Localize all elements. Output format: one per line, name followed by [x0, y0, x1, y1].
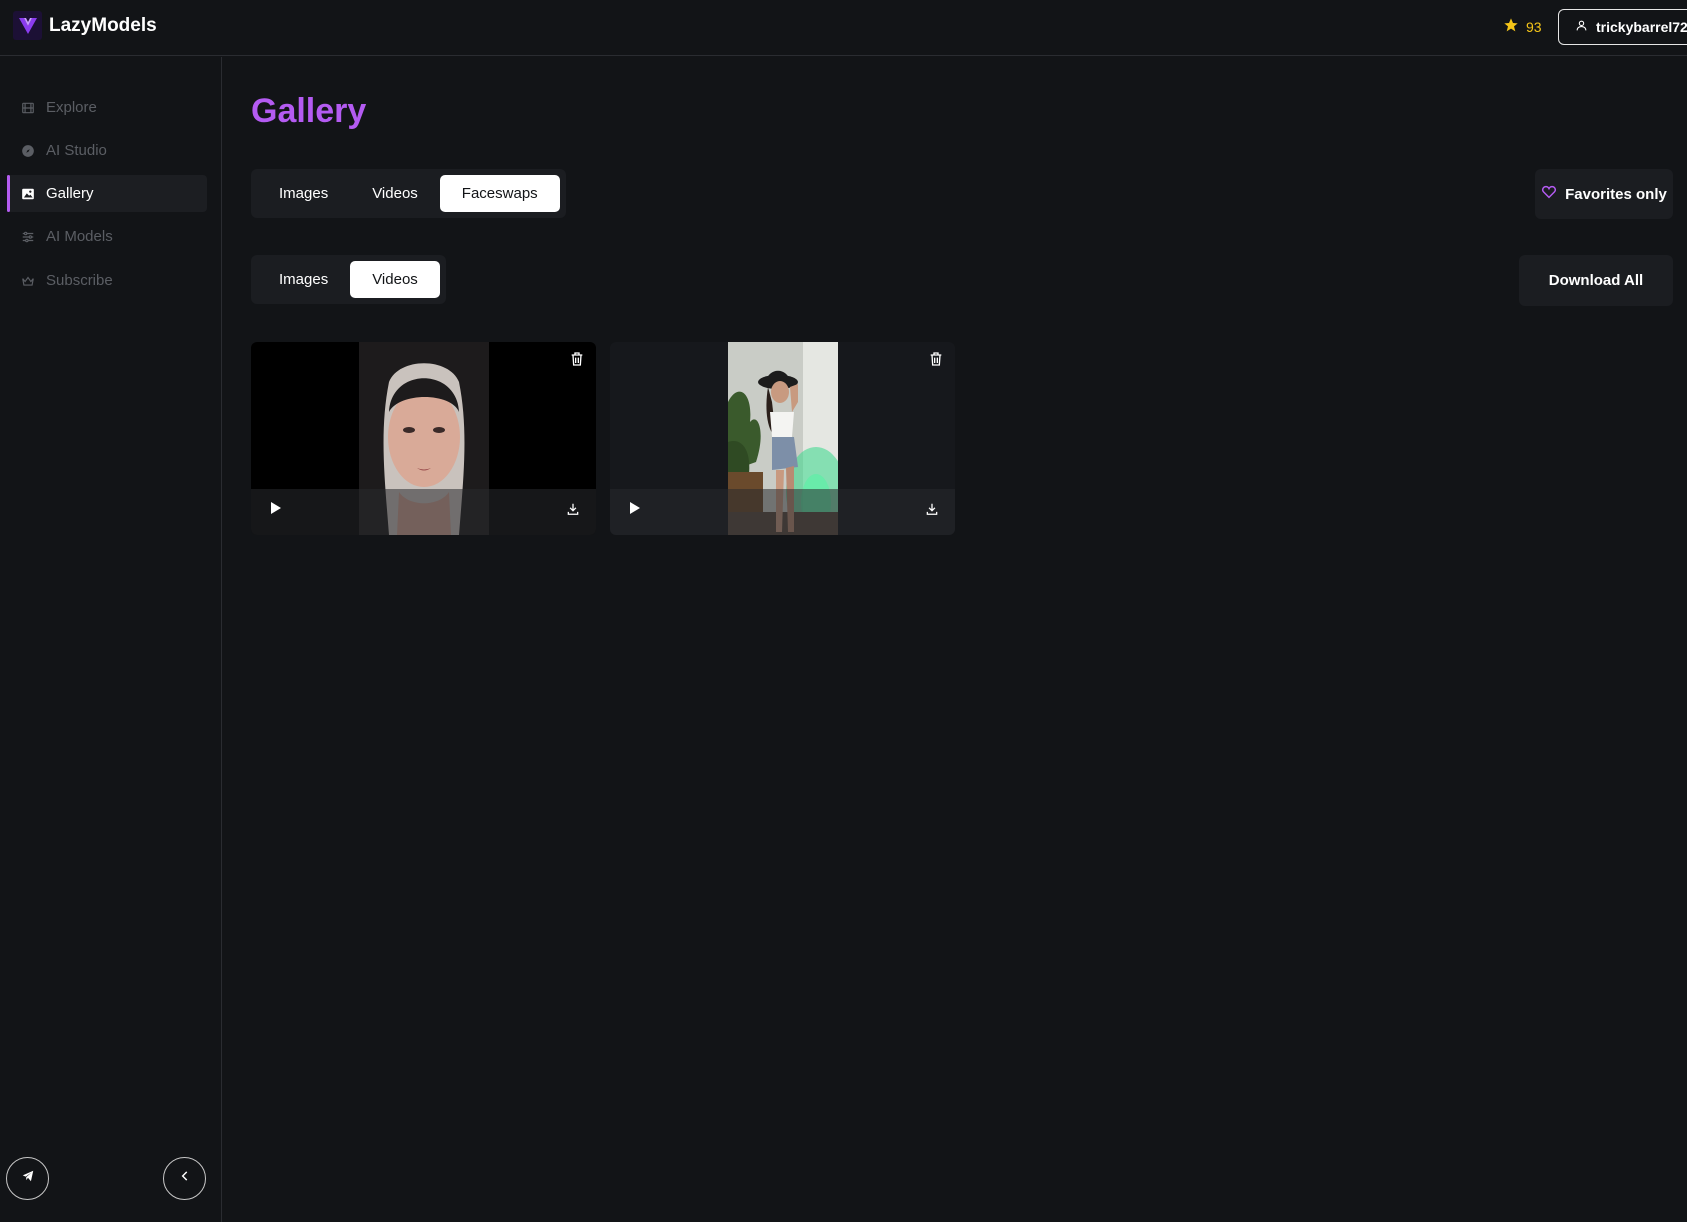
- sidebar-item-explore[interactable]: Explore: [7, 89, 207, 126]
- tab-faceswap-images[interactable]: Images: [257, 261, 350, 298]
- sidebar-item-label: Subscribe: [46, 272, 113, 289]
- tab-images[interactable]: Images: [257, 175, 350, 212]
- favorites-only-toggle[interactable]: Favorites only: [1535, 169, 1673, 219]
- crown-icon: [21, 274, 35, 288]
- media-type-tabs: Images Videos: [251, 255, 446, 304]
- play-icon: [267, 500, 283, 521]
- play-icon: [626, 500, 642, 521]
- telegram-button[interactable]: [6, 1157, 49, 1200]
- chevron-left-icon: [178, 1169, 192, 1188]
- tab-faceswap-videos[interactable]: Videos: [350, 261, 440, 298]
- sidebar: Explore AI Studio Gallery AI Models Subs…: [0, 57, 222, 1222]
- play-button[interactable]: [626, 500, 642, 521]
- sidebar-item-label: Gallery: [46, 185, 94, 202]
- heart-icon: [1541, 184, 1557, 204]
- sidebar-item-label: AI Models: [46, 228, 113, 245]
- logo-icon: [13, 11, 42, 40]
- page-title: Gallery: [251, 92, 367, 130]
- image-icon: [21, 187, 35, 201]
- sidebar-item-label: Explore: [46, 99, 97, 116]
- username: trickybarrel72: [1596, 19, 1687, 35]
- sidebar-item-gallery[interactable]: Gallery: [7, 175, 207, 212]
- app-name: LazyModels: [49, 14, 157, 36]
- trash-icon: [928, 351, 944, 372]
- download-button[interactable]: [566, 502, 580, 521]
- video-controls-bar: [251, 489, 596, 535]
- collapse-sidebar-button[interactable]: [163, 1157, 206, 1200]
- send-icon: [21, 1169, 35, 1188]
- star-icon: [1503, 17, 1519, 36]
- credits-display: 93: [1503, 17, 1542, 36]
- download-icon: [566, 502, 580, 521]
- delete-button[interactable]: [569, 351, 585, 372]
- gallery-type-tabs: Images Videos Faceswaps: [251, 169, 566, 218]
- compass-icon: [21, 144, 35, 158]
- favorites-label: Favorites only: [1565, 185, 1667, 203]
- download-button[interactable]: [925, 502, 939, 521]
- app-logo[interactable]: LazyModels: [13, 11, 157, 40]
- tab-videos[interactable]: Videos: [350, 175, 440, 212]
- sidebar-item-ai-models[interactable]: AI Models: [7, 218, 207, 255]
- sidebar-item-label: AI Studio: [46, 142, 107, 159]
- credits-count: 93: [1526, 18, 1542, 35]
- delete-button[interactable]: [928, 351, 944, 372]
- sidebar-item-subscribe[interactable]: Subscribe: [7, 262, 207, 299]
- sliders-icon: [21, 230, 35, 244]
- download-all-button[interactable]: Download All: [1519, 255, 1673, 306]
- user-menu-button[interactable]: trickybarrel72: [1558, 9, 1687, 45]
- download-icon: [925, 502, 939, 521]
- trash-icon: [569, 351, 585, 372]
- video-card[interactable]: [251, 342, 596, 535]
- user-icon: [1575, 19, 1588, 35]
- video-controls-bar: [610, 489, 955, 535]
- play-button[interactable]: [267, 500, 283, 521]
- sidebar-item-ai-studio[interactable]: AI Studio: [7, 132, 207, 169]
- film-icon: [21, 101, 35, 115]
- tab-faceswaps[interactable]: Faceswaps: [439, 175, 560, 212]
- top-header: LazyModels 93 trickybarrel72: [0, 0, 1687, 56]
- video-card[interactable]: [610, 342, 955, 535]
